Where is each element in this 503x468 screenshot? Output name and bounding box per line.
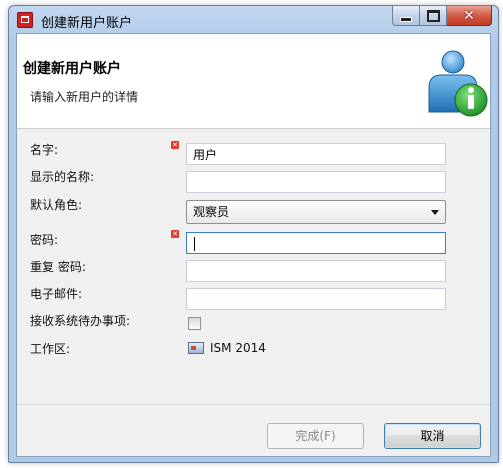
app-icon [17,12,33,28]
dropdown-arrow-icon [431,210,439,215]
window-title: 创建新用户账户 [41,16,133,31]
name-input[interactable] [186,143,446,165]
workspace-name: ISM 2014 [210,341,266,355]
workspace-icon [188,342,204,354]
header-subtitle: 请输入新用户的详情 [30,90,139,104]
default-role-label: 默认角色: [30,198,83,212]
password-input[interactable] [186,232,446,254]
finish-button[interactable]: 完成(F) [267,423,364,449]
minimize-button[interactable] [392,6,420,26]
required-icon: ✕ [171,141,179,149]
minimize-icon [400,17,412,22]
header-title: 创建新用户账户 [23,61,121,77]
repeat-password-label: 重复 密码: [30,260,86,274]
dialog-window: 创建新用户账户 ✕ 创建新用户账户 请输入新用户的详情 名字: ✕ 用户 显示的… [8,5,499,463]
cancel-button[interactable]: 取消 [384,423,481,449]
default-role-value: 观察员 [193,205,230,219]
todo-label: 接收系统待办事项: [30,314,131,328]
dialog-header: 创建新用户账户 请输入新用户的详情 [17,34,490,129]
email-input[interactable] [186,288,446,310]
workspace-value: ISM 2014 [188,341,266,355]
title-bar[interactable]: 创建新用户账户 ✕ [9,6,498,33]
workspace-label: 工作区: [30,342,71,356]
caption-buttons: ✕ [392,6,492,27]
password-label: 密码: [30,233,59,247]
maximize-icon [426,9,440,22]
dialog-body: 创建新用户账户 请输入新用户的详情 名字: ✕ 用户 显示的名称: 默认角色: … [16,33,491,457]
default-role-select[interactable]: 观察员 [186,200,446,224]
close-button[interactable]: ✕ [447,6,492,26]
display-name-label: 显示的名称: [30,170,95,184]
name-label: 名字: [30,143,59,157]
maximize-button[interactable] [420,6,447,26]
footer-divider [17,404,490,405]
display-name-input[interactable] [186,171,446,193]
text-caret [194,236,195,251]
email-label: 电子邮件: [30,287,83,301]
user-info-icon [428,50,488,117]
repeat-password-input[interactable] [186,260,446,282]
todo-checkbox[interactable] [188,317,201,330]
close-icon: ✕ [463,7,475,24]
required-icon: ✕ [171,230,179,238]
